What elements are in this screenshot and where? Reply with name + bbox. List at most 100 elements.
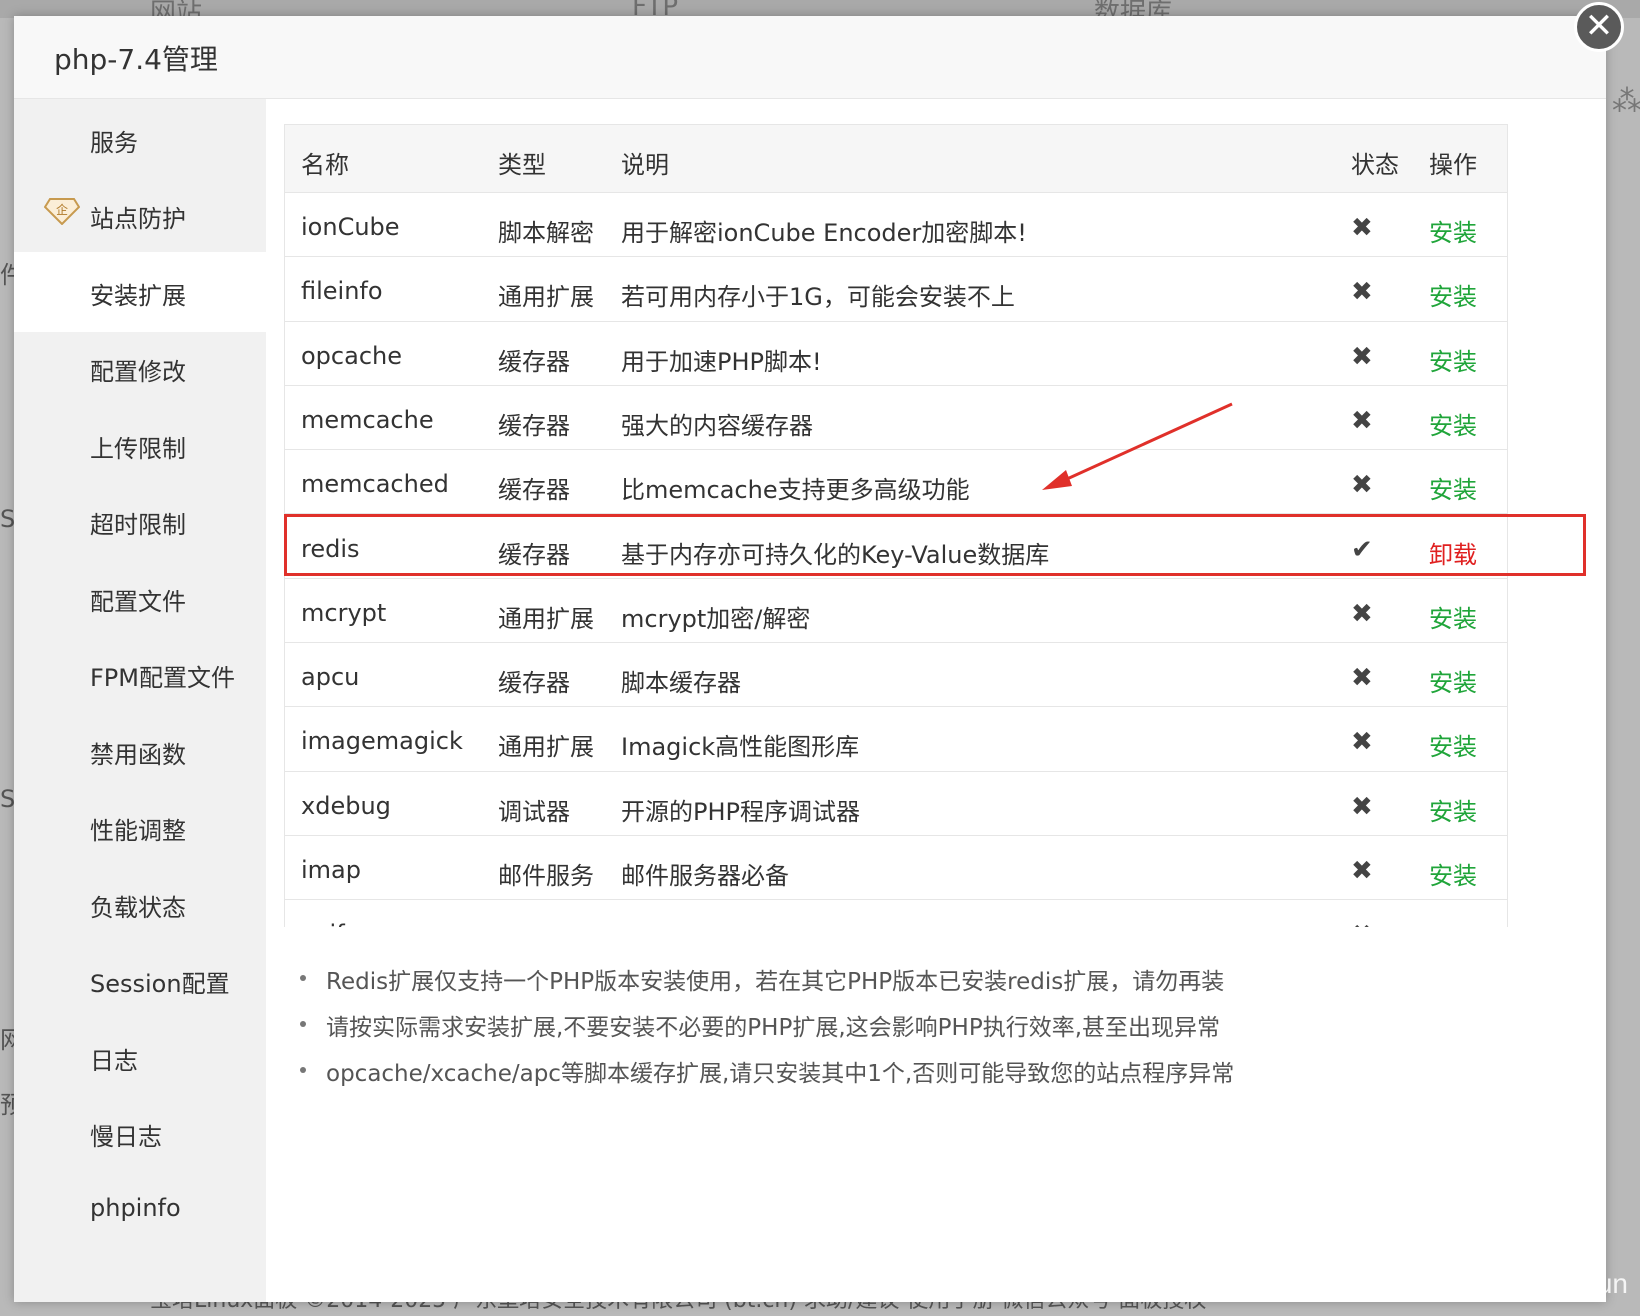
- note-item: 请按实际需求安装扩展,不要安装不必要的PHP扩展,这会影响PHP执行效率,甚至出…: [300, 1008, 1550, 1054]
- table-row: ionCube 脚本解密 用于解密ionCube Encoder加密脚本! ✖ 安装: [285, 193, 1507, 258]
- close-icon: ✕: [1584, 6, 1614, 46]
- extension-description: 若可用内存小于1G，可能会安装不上: [621, 283, 1015, 312]
- sidebar-item-fpm-config-file[interactable]: FPM配置文件: [14, 634, 266, 714]
- sidebar-item-session-config[interactable]: Session配置: [14, 940, 266, 1020]
- install-link[interactable]: 安装: [1429, 920, 1477, 927]
- sidebar-item-label: 站点防护: [90, 205, 186, 233]
- not-installed-x-icon: ✖: [1351, 663, 1373, 694]
- note-item: Redis扩展仅支持一个PHP版本安装使用，若在其它PHP版本已安装redis扩…: [300, 962, 1550, 1008]
- extension-name: mcrypt: [301, 598, 387, 627]
- notes-list: Redis扩展仅支持一个PHP版本安装使用，若在其它PHP版本已安装redis扩…: [300, 962, 1550, 1100]
- sidebar-item-load-status[interactable]: 负载状态: [14, 864, 266, 944]
- extension-name: ionCube: [301, 213, 400, 241]
- sidebar-item-label: 安装扩展: [90, 282, 186, 310]
- background-char: S: [0, 505, 16, 533]
- install-link[interactable]: 安装: [1429, 406, 1477, 441]
- extension-type: 调试器: [498, 797, 570, 826]
- table-row: memcache 缓存器 强大的内容缓存器 ✖ 安装: [285, 386, 1507, 451]
- extension-description: 强大的内容缓存器: [621, 411, 813, 440]
- modal-title: php-7.4管理: [54, 43, 218, 76]
- table-row: imap 邮件服务 邮件服务器必备 ✖ 安装: [285, 836, 1507, 901]
- sidebar-item-label: 上传限制: [90, 435, 186, 463]
- extension-name: exif: [301, 920, 345, 927]
- install-link[interactable]: 安装: [1429, 342, 1477, 377]
- extension-type: 缓存器: [498, 411, 570, 440]
- close-button[interactable]: ✕: [1574, 2, 1624, 52]
- sidebar-item-performance-tuning[interactable]: 性能调整: [14, 787, 266, 867]
- header-name: 名称: [301, 151, 349, 179]
- not-installed-x-icon: ✖: [1351, 470, 1373, 501]
- extension-name: memcached: [301, 470, 449, 499]
- header-operation: 操作: [1429, 151, 1477, 179]
- note-item: opcache/xcache/apc等脚本缓存扩展,请只安装其中1个,否则可能导…: [300, 1054, 1550, 1100]
- extension-type: 脚本解密: [498, 219, 594, 247]
- table-row: imagemagick 通用扩展 Imagick高性能图形库 ✖ 安装: [285, 707, 1507, 772]
- header-type: 类型: [498, 151, 546, 179]
- sidebar-item-label: 禁用函数: [90, 741, 186, 769]
- not-installed-x-icon: ✖: [1351, 727, 1373, 758]
- sidebar-item-slow-log[interactable]: 慢日志: [14, 1093, 266, 1173]
- install-link[interactable]: 安装: [1429, 856, 1477, 891]
- extension-name: xdebug: [301, 791, 391, 820]
- install-link[interactable]: 安装: [1429, 599, 1477, 634]
- extension-name: imagemagick: [301, 727, 463, 756]
- sidebar-item-disabled-functions[interactable]: 禁用函数: [14, 711, 266, 791]
- modal-header: php-7.4管理: [14, 16, 1606, 99]
- gem-label: 企: [56, 202, 68, 217]
- sidebar-item-upload-limit[interactable]: 上传限制: [14, 405, 266, 485]
- loading-spinner-icon: ⁂: [1612, 84, 1640, 119]
- extension-description: 用于加速PHP脚本!: [621, 347, 822, 376]
- header-description: 说明: [621, 151, 669, 179]
- install-link[interactable]: 安装: [1429, 663, 1477, 698]
- sidebar-item-label: 慢日志: [90, 1123, 162, 1151]
- sidebar-item-log[interactable]: 日志: [14, 1017, 266, 1097]
- extension-type: 通用扩展: [498, 920, 594, 927]
- install-link[interactable]: 安装: [1429, 470, 1477, 505]
- extension-description: mcrypt加密/解密: [621, 604, 811, 633]
- sidebar-item-label: 日志: [90, 1047, 138, 1075]
- sidebar-item-label: 性能调整: [90, 817, 186, 845]
- sidebar-item-label: 配置修改: [90, 358, 186, 386]
- red-arrow-annotation: [1042, 402, 1233, 490]
- not-installed-x-icon: ✖: [1351, 405, 1373, 436]
- table-row: apcu 缓存器 脚本缓存器 ✖ 安装: [285, 643, 1507, 708]
- not-installed-x-icon: ✖: [1351, 791, 1373, 822]
- extension-type: 邮件服务: [498, 862, 594, 890]
- sidebar-item-label: Session配置: [90, 970, 230, 998]
- watermark: CSDN @PurySun: [1405, 1268, 1628, 1299]
- table-row: mcrypt 通用扩展 mcrypt加密/解密 ✖ 安装: [285, 579, 1507, 644]
- sidebar-item-site-protection[interactable]: 企 站点防护: [14, 175, 266, 255]
- sidebar-item-config-edit[interactable]: 配置修改: [14, 328, 266, 408]
- install-link[interactable]: 安装: [1429, 213, 1477, 248]
- sidebar-item-label: FPM配置文件: [90, 664, 235, 692]
- not-installed-x-icon: ✖: [1351, 856, 1373, 886]
- extension-name: memcache: [301, 405, 434, 434]
- table-row: exif 通用扩展 用于读取图片EXIF信息 ✖ 安装: [285, 900, 1507, 927]
- extension-name: imap: [301, 856, 361, 884]
- background-char: S: [0, 785, 16, 813]
- extension-type: 缓存器: [498, 347, 570, 376]
- extension-description: 邮件服务器必备: [621, 862, 789, 890]
- sidebar-item-label: 服务: [90, 129, 138, 157]
- sidebar-item-phpinfo[interactable]: phpinfo: [14, 1170, 266, 1250]
- extension-name: opcache: [301, 341, 402, 370]
- table-row: xdebug 调试器 开源的PHP程序调试器 ✖ 安装: [285, 772, 1507, 836]
- table-row: memcached 缓存器 比memcache支持更多高级功能 ✖ 安装: [285, 450, 1507, 515]
- sidebar-item-timeout-limit[interactable]: 超时限制: [14, 481, 266, 561]
- sidebar-item-label: phpinfo: [90, 1194, 181, 1222]
- table-header-row: 名称 类型 说明 状态 操作: [285, 125, 1507, 193]
- sidebar-item-install-extensions[interactable]: 安装扩展: [14, 252, 266, 332]
- header-status: 状态: [1351, 151, 1399, 179]
- sidebar: 服务 企 站点防护 安装扩展 配置修改 上传限制 超时限制 配置文件 FPM配置…: [14, 99, 266, 1302]
- table-row: fileinfo 通用扩展 若可用内存小于1G，可能会安装不上 ✖ 安装: [285, 257, 1507, 322]
- sidebar-item-service[interactable]: 服务: [14, 99, 266, 179]
- install-link[interactable]: 安装: [1429, 792, 1477, 827]
- extension-type: 通用扩展: [498, 283, 594, 312]
- install-link[interactable]: 安装: [1429, 277, 1477, 312]
- extension-description: 用于读取图片EXIF信息: [621, 920, 866, 927]
- extension-type: 通用扩展: [498, 733, 594, 762]
- extension-description: 开源的PHP程序调试器: [621, 797, 860, 826]
- sidebar-item-config-file[interactable]: 配置文件: [14, 558, 266, 638]
- sidebar-item-label: 超时限制: [90, 511, 186, 539]
- install-link[interactable]: 安装: [1429, 727, 1477, 762]
